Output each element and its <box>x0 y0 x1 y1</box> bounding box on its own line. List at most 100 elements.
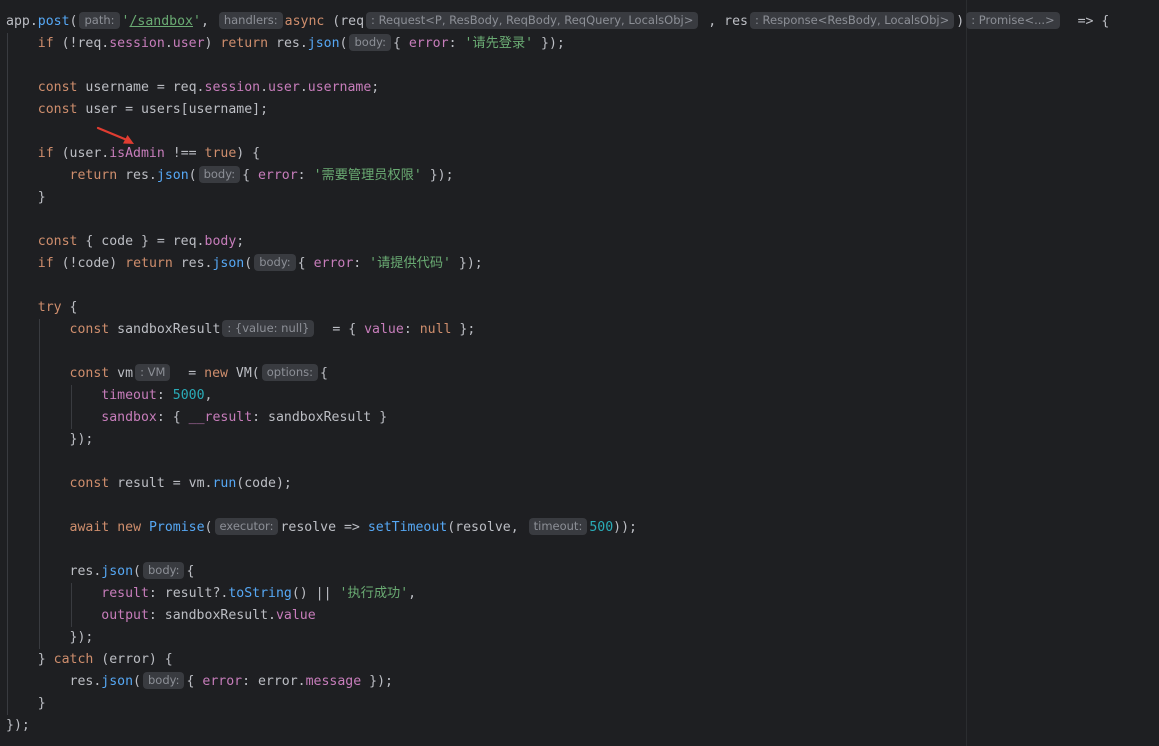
code-line[interactable] <box>6 209 1109 231</box>
property-token: error <box>408 36 449 51</box>
code-token: ) <box>204 36 221 51</box>
inlay-hint[interactable]: path: <box>79 12 120 29</box>
inlay-hint[interactable]: body: <box>143 672 185 689</box>
code-token: { <box>392 36 409 51</box>
code-token: } <box>6 190 46 205</box>
code-line[interactable] <box>6 121 1109 143</box>
code-line[interactable]: const sandboxResult: {value: null} = { v… <box>6 319 1109 341</box>
function-token: json <box>212 256 245 271</box>
code-line[interactable] <box>6 539 1109 561</box>
code-token: : error. <box>242 674 306 689</box>
code-token: (!req. <box>53 36 110 51</box>
code-line[interactable] <box>6 275 1109 297</box>
code-line[interactable]: const username = req.session.user.userna… <box>6 77 1109 99</box>
inlay-hint[interactable]: : Response<ResBody, LocalsObj> <box>749 12 955 29</box>
code-token: result = vm. <box>109 476 213 491</box>
property-token: session <box>109 36 165 51</box>
code-token: res. <box>117 168 157 183</box>
code-token: : <box>403 322 420 337</box>
code-line[interactable]: const user = users[username]; <box>6 99 1109 121</box>
keyword-token: true <box>204 146 237 161</box>
inlay-hint[interactable]: : Request<P, ResBody, ReqBody, ReqQuery,… <box>366 12 699 29</box>
keyword-token: await <box>69 520 110 535</box>
code-line[interactable]: app.post(path: '/sandbox', handlers: async… <box>6 11 1109 33</box>
inlay-hint[interactable]: : VM <box>135 364 171 381</box>
code-token: (code); <box>236 476 292 491</box>
function-token: json <box>307 36 340 51</box>
code-token: , <box>408 586 417 601</box>
property-token: sandbox <box>101 410 157 425</box>
inlay-hint[interactable]: body: <box>349 34 391 51</box>
property-token: output <box>101 608 149 623</box>
code-line[interactable] <box>6 55 1109 77</box>
keyword-token: const <box>69 476 110 491</box>
code-line[interactable]: output: sandboxResult.value <box>6 605 1109 627</box>
keyword-token: return <box>220 36 269 51</box>
inlay-hint[interactable]: executor: <box>214 518 279 535</box>
code-area[interactable]: app.post(path: '/sandbox', handlers: async… <box>6 11 1109 737</box>
inlay-hint[interactable]: handlers: <box>218 12 283 29</box>
code-line[interactable]: } catch (error) { <box>6 649 1109 671</box>
url-path-link[interactable]: /sandbox <box>129 14 193 29</box>
code-token: ( <box>339 36 348 51</box>
keyword-token: const <box>69 366 110 381</box>
code-line[interactable]: const vm: VM = new VM(options:{ <box>6 363 1109 385</box>
inlay-hint[interactable]: options: <box>261 364 318 381</box>
code-line[interactable]: timeout: 5000, <box>6 385 1109 407</box>
code-token: . <box>164 36 173 51</box>
code-line[interactable] <box>6 495 1109 517</box>
code-line[interactable]: try { <box>6 297 1109 319</box>
code-line[interactable]: } <box>6 187 1109 209</box>
code-line[interactable] <box>6 451 1109 473</box>
property-token: value <box>364 322 404 337</box>
inlay-hint[interactable]: body: <box>143 562 185 579</box>
inlay-hint[interactable]: : {value: null} <box>222 320 315 337</box>
code-line[interactable]: } <box>6 693 1109 715</box>
function-token: json <box>156 168 189 183</box>
inlay-hint[interactable]: body: <box>198 166 241 183</box>
code-token: user = users[username]; <box>77 102 269 117</box>
code-token: ( <box>133 674 141 689</box>
keyword-token: null <box>419 322 452 337</box>
code-token: )); <box>613 520 637 535</box>
code-line[interactable]: res.json(body:{ error: error.message }); <box>6 671 1109 693</box>
code-token: ) { <box>236 146 261 161</box>
code-token: , res <box>700 14 748 29</box>
inlay-hint[interactable]: : Promise<...> <box>966 12 1060 29</box>
code-line[interactable]: }); <box>6 715 1109 737</box>
property-token: value <box>275 608 316 623</box>
inlay-hint[interactable]: body: <box>254 254 296 271</box>
code-token: : sandboxResult } <box>252 410 388 425</box>
code-token: { <box>186 564 195 579</box>
code-line[interactable] <box>6 341 1109 363</box>
code-line[interactable]: await new Promise(executor: resolve => se… <box>6 517 1109 539</box>
code-token: resolve => <box>280 520 368 535</box>
property-token: error <box>202 674 243 689</box>
code-token: (error) { <box>93 652 173 667</box>
code-line[interactable]: }); <box>6 627 1109 649</box>
code-line[interactable]: if (!req.session.user) return res.json(b… <box>6 33 1109 55</box>
code-token: : result?. <box>148 586 229 601</box>
inlay-hint[interactable]: timeout: <box>528 518 588 535</box>
code-token: }); <box>533 36 565 51</box>
code-line[interactable]: sandbox: { __result: sandboxResult } <box>6 407 1109 429</box>
code-line[interactable]: if (!code) return res.json(body:{ error:… <box>6 253 1109 275</box>
keyword-token: new <box>117 520 142 535</box>
code-line[interactable]: const { code } = req.body; <box>6 231 1109 253</box>
code-line[interactable]: return res.json(body:{ error: '需要管理员权限' … <box>6 165 1109 187</box>
code-line[interactable]: }); <box>6 429 1109 451</box>
code-token: , <box>204 388 213 403</box>
code-line[interactable]: const result = vm.run(code); <box>6 473 1109 495</box>
code-line[interactable]: if (user.isAdmin !== true) { <box>6 143 1109 165</box>
keyword-token: const <box>37 102 78 117</box>
code-editor[interactable]: app.post(path: '/sandbox', handlers: async… <box>0 0 1159 746</box>
code-line[interactable]: result: result?.toString() || '执行成功', <box>6 583 1109 605</box>
code-token: } <box>6 652 54 667</box>
code-line[interactable]: res.json(body:{ <box>6 561 1109 583</box>
